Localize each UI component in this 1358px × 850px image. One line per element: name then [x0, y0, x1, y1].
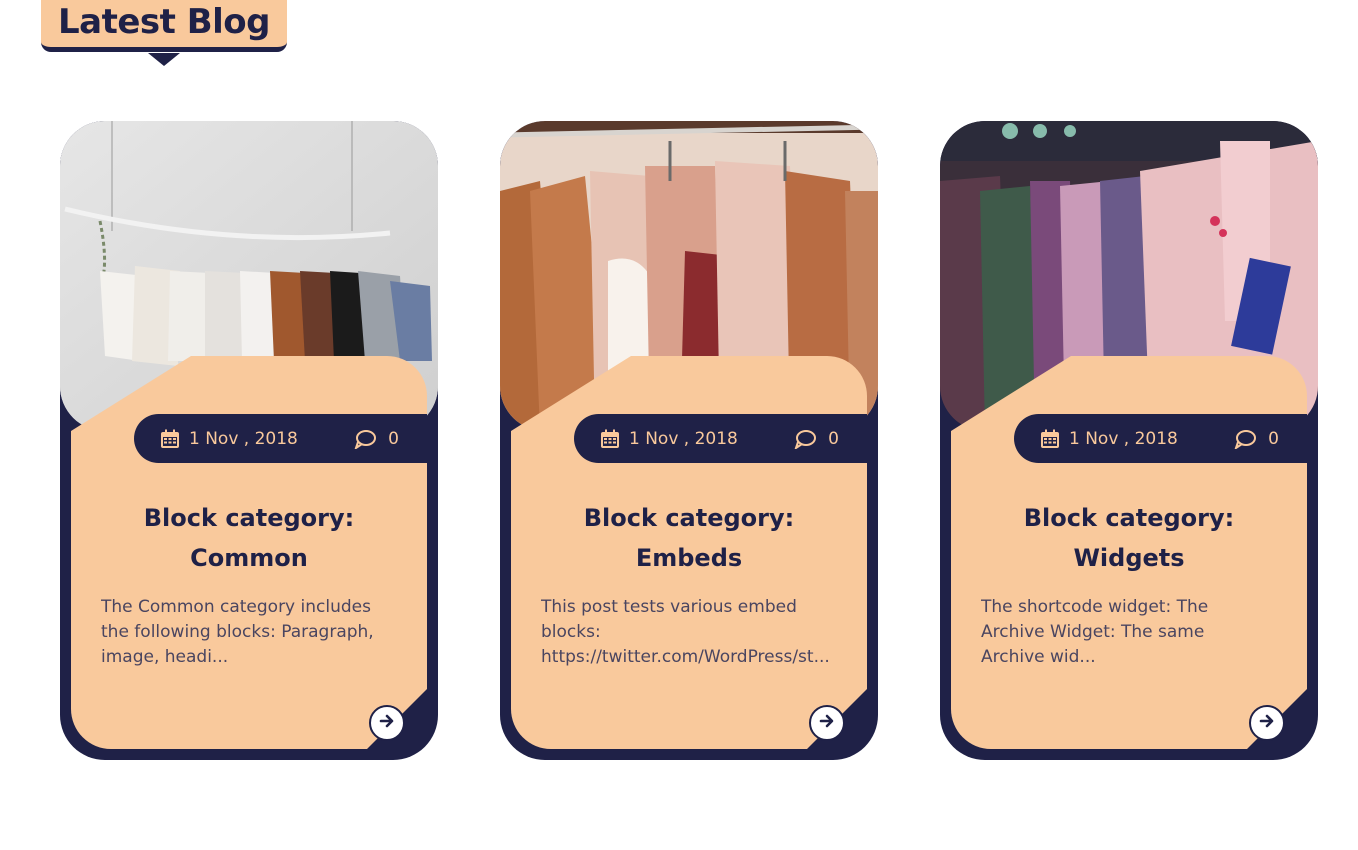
- post-title[interactable]: Block category: Common: [91, 498, 407, 578]
- excerpt-line: https://twitter.com/WordPress/st...: [541, 647, 830, 667]
- post-title-line2: Widgets: [1073, 544, 1185, 572]
- blog-card-common: 1 Nov , 2018 0 Block category: Common Th…: [60, 121, 438, 760]
- card-content: 1 Nov , 2018 0 Block category: Common Th…: [71, 356, 427, 749]
- post-comments[interactable]: 0: [1234, 429, 1279, 449]
- comment-count: 0: [388, 428, 399, 449]
- section-heading: Latest Blog: [41, 0, 287, 52]
- read-more-button[interactable]: [809, 705, 845, 741]
- post-title-line2: Common: [190, 544, 308, 572]
- post-title-line2: Embeds: [635, 544, 743, 572]
- post-excerpt: The Common category includes the followi…: [101, 595, 411, 670]
- post-title[interactable]: Block category: Embeds: [531, 498, 847, 578]
- heading-pointer: [148, 53, 180, 66]
- excerpt-line: This post tests various embed: [541, 597, 797, 617]
- excerpt-line: the following blocks: Paragraph,: [101, 622, 374, 642]
- card-content: 1 Nov , 2018 0 Block category: Embeds Th…: [511, 356, 867, 749]
- post-title-line1: Block category:: [583, 504, 795, 532]
- section-title: Latest Blog: [57, 1, 271, 42]
- post-date: 1 Nov , 2018: [1040, 429, 1234, 449]
- read-more-button[interactable]: [369, 705, 405, 741]
- calendar-icon: [600, 429, 620, 449]
- post-meta: 1 Nov , 2018 0: [134, 414, 427, 463]
- comment-icon: [794, 429, 817, 449]
- arrow-right-icon: [819, 713, 835, 733]
- post-date: 1 Nov , 2018: [160, 429, 354, 449]
- read-more-button[interactable]: [1249, 705, 1285, 741]
- blog-card-widgets: 1 Nov , 2018 0 Block category: Widgets T…: [940, 121, 1318, 760]
- arrow-right-icon: [379, 713, 395, 733]
- post-date-text: 1 Nov , 2018: [1069, 428, 1178, 449]
- excerpt-line: Archive wid...: [981, 647, 1096, 667]
- card-content: 1 Nov , 2018 0 Block category: Widgets T…: [951, 356, 1307, 749]
- post-date: 1 Nov , 2018: [600, 429, 794, 449]
- post-excerpt: This post tests various embed blocks: ht…: [541, 595, 851, 670]
- post-meta: 1 Nov , 2018 0: [1014, 414, 1307, 463]
- excerpt-line: The Common category includes: [101, 597, 371, 617]
- post-excerpt: The shortcode widget: The Archive Widget…: [981, 595, 1291, 670]
- post-date-text: 1 Nov , 2018: [189, 428, 298, 449]
- post-title[interactable]: Block category: Widgets: [971, 498, 1287, 578]
- comment-count: 0: [1268, 428, 1279, 449]
- post-title-line1: Block category:: [143, 504, 355, 532]
- excerpt-line: The shortcode widget: The: [981, 597, 1209, 617]
- post-title-line1: Block category:: [1023, 504, 1235, 532]
- arrow-right-icon: [1259, 713, 1275, 733]
- post-comments[interactable]: 0: [354, 429, 399, 449]
- comment-icon: [354, 429, 377, 449]
- post-date-text: 1 Nov , 2018: [629, 428, 738, 449]
- excerpt-line: blocks:: [541, 622, 601, 642]
- blog-card-embeds: 1 Nov , 2018 0 Block category: Embeds Th…: [500, 121, 878, 760]
- excerpt-line: image, headi...: [101, 647, 229, 667]
- post-comments[interactable]: 0: [794, 429, 839, 449]
- calendar-icon: [160, 429, 180, 449]
- comment-icon: [1234, 429, 1257, 449]
- post-meta: 1 Nov , 2018 0: [574, 414, 867, 463]
- comment-count: 0: [828, 428, 839, 449]
- calendar-icon: [1040, 429, 1060, 449]
- excerpt-line: Archive Widget: The same: [981, 622, 1205, 642]
